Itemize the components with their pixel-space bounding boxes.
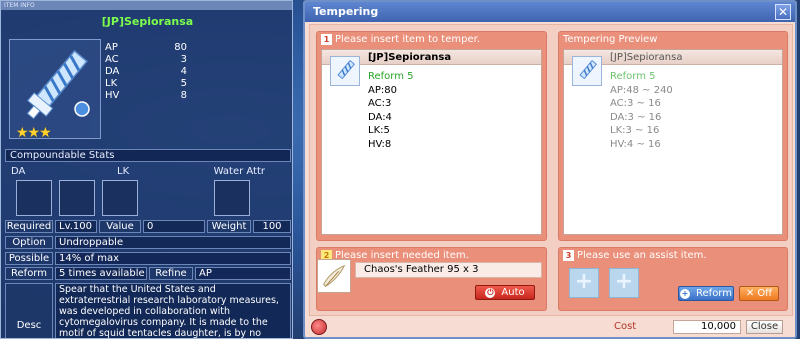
reform-count: Reform 5	[610, 71, 656, 82]
stat-row: AP 80	[105, 42, 187, 53]
step1-panel: 1 Please insert item to temper. [JP]Sepio…	[316, 31, 547, 241]
stat-line: DA:3 ~ 16	[610, 111, 662, 123]
possible-value: 14% of max	[55, 252, 291, 265]
compound-slot[interactable]	[102, 180, 138, 216]
item-stats: AP 80 AC 3 DA 4 LK 5 HV 8	[105, 42, 187, 102]
weight-label: Weight	[207, 220, 251, 233]
item-info-panel: ITEM INFO [JP]Sepioransa ★★★ AP 80 AC 3 DA…	[0, 0, 293, 339]
stat-line: HV:4 ~ 16	[610, 138, 661, 150]
desc-label: Desc	[5, 283, 53, 338]
reform-value: 5 times available	[55, 267, 147, 280]
preview-paper: [JP]Sepioransa Reform 5 AP:48 ~ 240 AC:3…	[563, 49, 783, 235]
stat-line: LK:5	[368, 125, 390, 136]
rating-stars: ★★★	[16, 125, 52, 141]
compound-slot[interactable]	[16, 180, 52, 216]
spear-icon	[330, 56, 360, 86]
needed-item-label: Chaos's Feather 95 x 3	[355, 262, 542, 278]
step-number-badge: 1	[321, 34, 332, 45]
stat-line: DA:4	[368, 111, 392, 123]
step1-header: 1 Please insert item to temper.	[317, 32, 546, 47]
weight-value: 100	[253, 220, 291, 233]
auto-button[interactable]: ⏻ Auto	[475, 285, 535, 300]
compoundable-header: Compoundable Stats	[5, 149, 291, 162]
value-label: Value	[99, 220, 141, 233]
potion-icon	[311, 319, 327, 335]
tempering-window: Tempering ✕ 1 Please insert item to tempe…	[303, 0, 797, 339]
stat-row: HV 8	[105, 90, 187, 101]
stat-row: LK 5	[105, 78, 187, 89]
reform-label: Reform	[5, 267, 53, 280]
preview-stats: Reform 5 AP:48 ~ 240 AC:3 ~ 16 DA:3 ~ 16…	[610, 70, 673, 151]
item-info-titlebar[interactable]: ITEM INFO	[1, 1, 292, 10]
stat-line: AC:3 ~ 16	[610, 98, 661, 109]
item-icon-box: ★★★	[9, 39, 101, 141]
refine-label: Refine	[149, 267, 193, 280]
reform-count: Reform 5	[368, 71, 414, 82]
bottom-bar: Cost 10,000 Close	[307, 318, 795, 337]
cost-label: Cost	[614, 321, 637, 332]
attr-da-label: DA	[11, 166, 26, 177]
stat-line: LK:3 ~ 16	[610, 125, 660, 136]
required-value: Lv.100	[55, 220, 97, 233]
power-icon: ⏻	[485, 288, 496, 298]
possible-label: Possible	[5, 252, 53, 265]
stat-line: AP:48 ~ 240	[610, 84, 673, 96]
temper-item-stats: Reform 5 AP:80 AC:3 DA:4 LK:5 HV:8	[368, 70, 414, 151]
off-button[interactable]: ✕ Off	[739, 286, 779, 301]
compound-slot-water[interactable]	[214, 180, 250, 216]
refine-value: AP	[195, 267, 291, 280]
assist-slot[interactable]: +	[609, 268, 639, 298]
item-name: [JP]Sepioransa	[101, 15, 194, 28]
tempering-title[interactable]: Tempering	[305, 2, 795, 22]
assist-slot[interactable]: +	[569, 268, 599, 298]
option-label: Option	[5, 236, 53, 249]
spear-icon	[572, 56, 602, 86]
close-icon[interactable]: ✕	[775, 4, 791, 20]
step-number-badge: 3	[563, 250, 574, 261]
step2-header: 2 Please insert needed item.	[317, 248, 546, 263]
step1-text: Please insert item to temper.	[335, 34, 480, 45]
reform-button[interactable]: + Reform	[678, 286, 734, 301]
required-label: Required	[5, 220, 53, 233]
attr-water-label: Water Attr	[213, 166, 265, 177]
plus-icon: +	[680, 289, 691, 299]
stat-line: AP:80	[368, 84, 397, 96]
compound-slot[interactable]	[59, 180, 95, 216]
option-value: Undroppable	[55, 236, 291, 249]
feather-icon	[323, 264, 346, 287]
drill-spear-icon	[26, 50, 90, 120]
stat-row: AC 3	[105, 54, 187, 65]
preview-header: Tempering Preview	[563, 34, 658, 45]
stat-line: AC:3	[368, 98, 392, 109]
preview-panel: Tempering Preview [JP]Sepioransa Reform …	[558, 31, 788, 241]
attr-row: DA LK Water Attr	[5, 165, 291, 178]
attr-lk-label: LK	[117, 166, 130, 177]
temper-item-slot[interactable]: [JP]Sepioransa Reform 5 AP:80 AC:3 DA:4 …	[321, 49, 542, 235]
value-value: 0	[143, 220, 205, 233]
step2-text: Please insert needed item.	[335, 250, 469, 261]
x-icon: ✕	[745, 288, 755, 299]
cost-value: 10,000	[673, 320, 741, 334]
item-description: Spear that the United States and extrate…	[55, 283, 291, 338]
close-button[interactable]: Close	[746, 320, 783, 334]
stat-row: DA 4	[105, 66, 187, 77]
feather-item-slot[interactable]	[317, 259, 351, 293]
stat-line: HV:8	[368, 138, 392, 150]
step3-header: 3 Please use an assist item.	[559, 248, 787, 263]
step3-text: Please use an assist item.	[577, 250, 707, 261]
